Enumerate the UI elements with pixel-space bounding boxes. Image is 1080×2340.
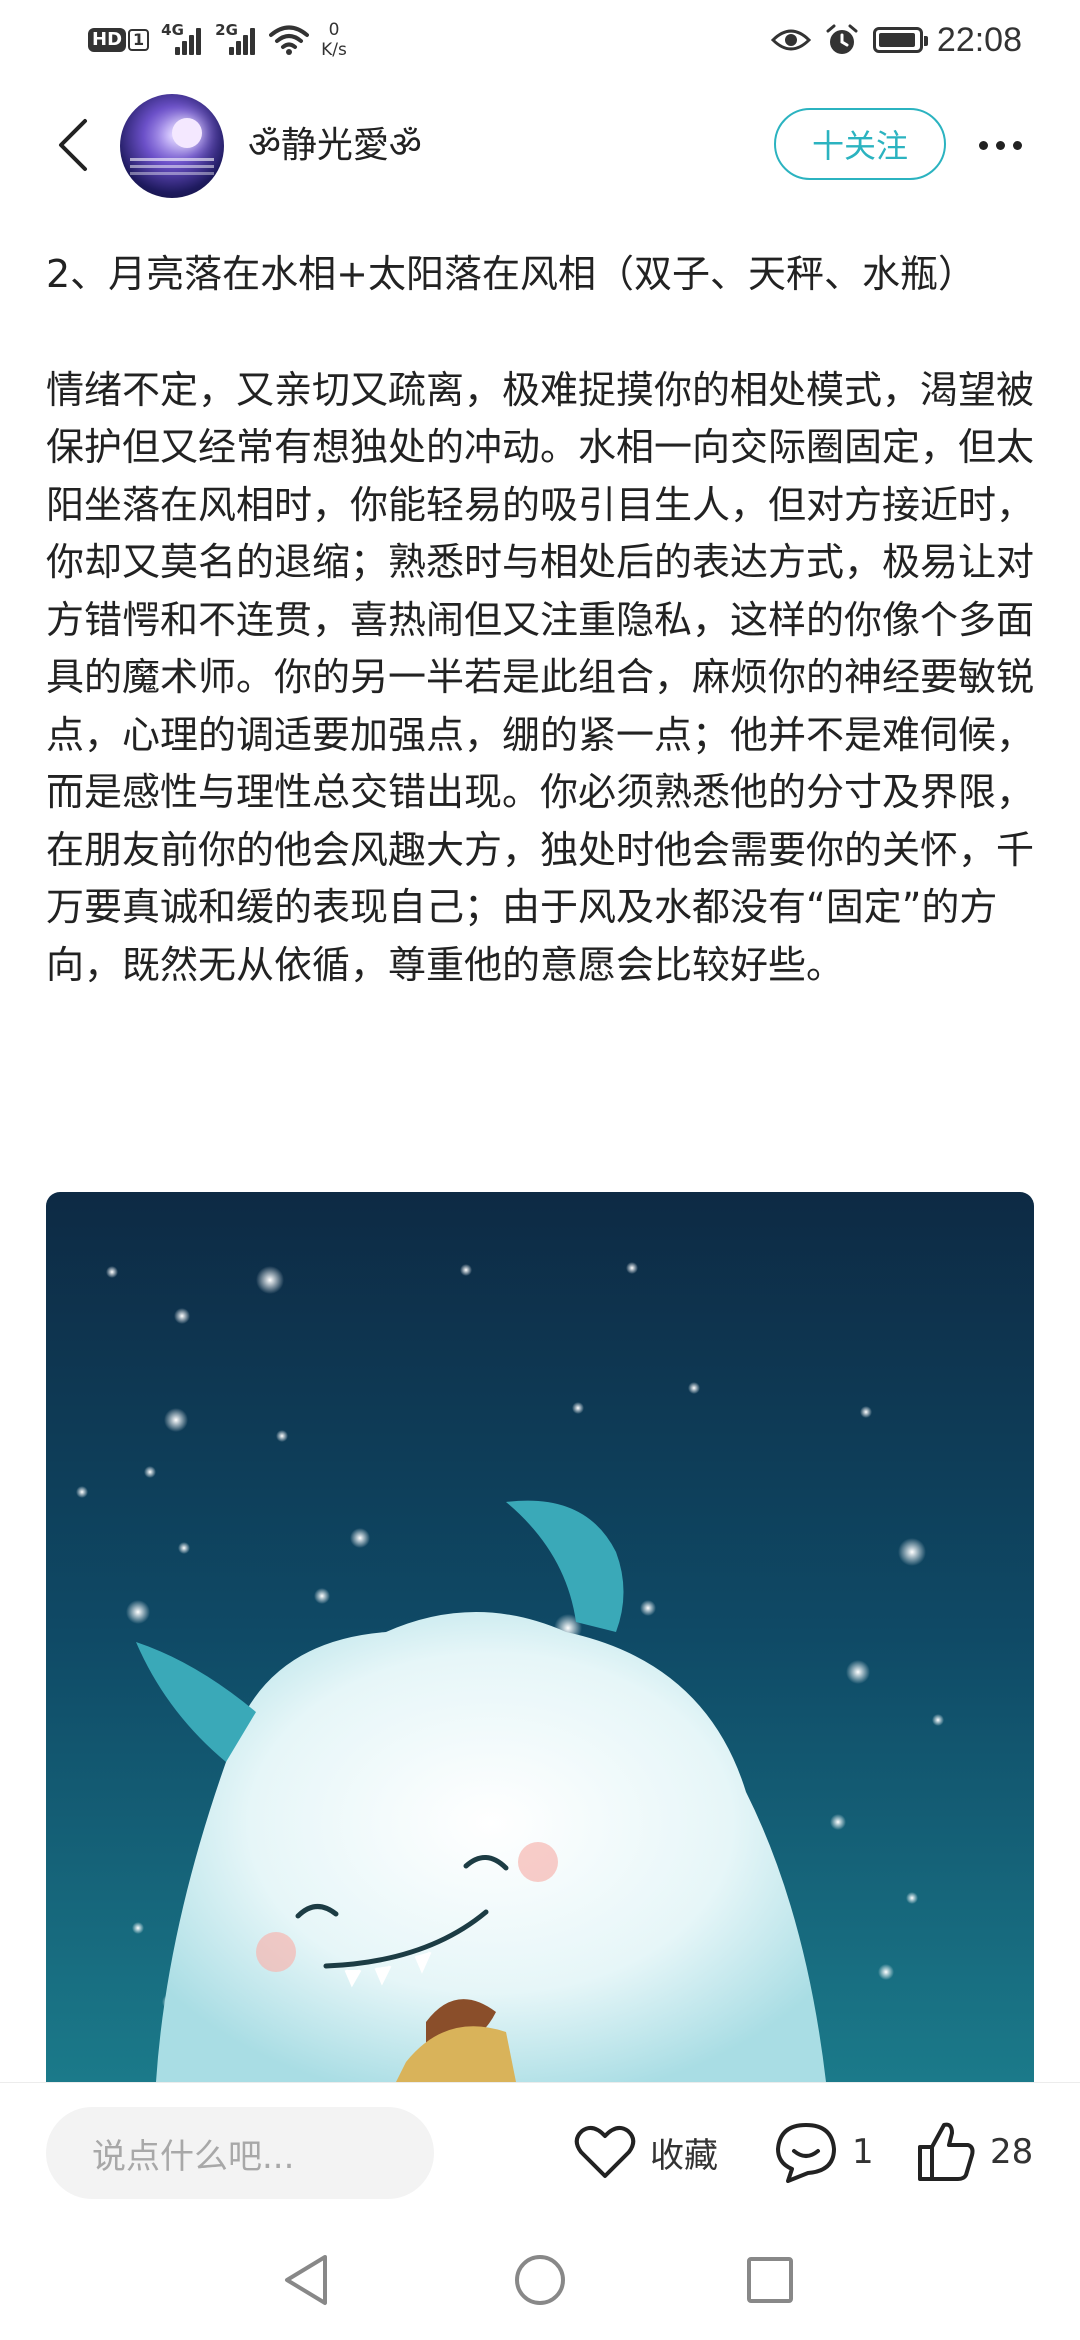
favorite-button[interactable]: 收藏 [574, 2119, 718, 2185]
system-nav-bar [0, 2218, 1080, 2340]
article-heading: 2、月亮落在水相+太阳落在风相（双子、天秤、水瓶） [46, 252, 977, 296]
author-name[interactable]: ॐ静光愛ॐ [248, 116, 422, 168]
like-count: 28 [990, 2132, 1034, 2172]
recents-square-icon [747, 2257, 793, 2303]
net-speed-unit: K/s [321, 40, 347, 60]
heart-icon [574, 2125, 636, 2178]
bottom-action-bar: 说点什么吧... 收藏 1 28 [0, 2082, 1080, 2219]
comment-input[interactable]: 说点什么吧... [46, 2107, 434, 2199]
eye-icon [770, 29, 811, 51]
signal-2g-icon: 2G [215, 21, 257, 55]
signal-4g-icon: 4G [161, 21, 203, 55]
favorite-label: 收藏 [650, 2135, 718, 2176]
nav-recents-button[interactable] [738, 2248, 802, 2312]
status-right: 22:08 [770, 14, 1022, 66]
comment-button[interactable]: 1 [774, 2119, 874, 2185]
clock: 22:08 [936, 20, 1022, 59]
status-left: HD 1 4G 2G 0 K/s [88, 14, 347, 66]
battery-icon [872, 27, 928, 53]
hd-label: HD [88, 28, 127, 52]
hd-icon: HD 1 [88, 28, 150, 52]
back-triangle-icon [285, 2255, 327, 2305]
thumbs-up-icon [918, 2122, 975, 2181]
nav-home-button[interactable] [508, 2248, 572, 2312]
back-button[interactable] [38, 110, 108, 180]
avatar[interactable] [120, 94, 224, 198]
more-dot [995, 140, 1005, 150]
comment-count: 1 [852, 2132, 874, 2172]
article-body: 2、月亮落在水相+太阳落在风相（双子、天秤、水瓶） 情绪不定，又亲切又疏离，极难… [46, 246, 1036, 994]
net-speed: 0 K/s [321, 20, 347, 60]
follow-button[interactable]: 十关注 [774, 108, 946, 180]
status-bar: HD 1 4G 2G 0 K/s 22:08 [0, 0, 1080, 80]
nav-back-button[interactable] [274, 2248, 338, 2312]
wifi-icon [269, 25, 310, 55]
more-dot [978, 140, 988, 150]
post-image[interactable] [46, 1192, 1034, 2082]
alarm-icon [826, 24, 858, 54]
article-paragraph: 情绪不定，又亲切又疏离，极难捉摸你的相处模式，渴望被保护但又经常有想独处的冲动。… [46, 367, 1035, 987]
home-circle-icon [515, 2255, 565, 2305]
sim-number: 1 [128, 29, 150, 51]
monster-illustration [46, 1192, 1034, 2082]
more-options-button[interactable] [968, 120, 1032, 170]
comment-bubble-icon [776, 2123, 836, 2183]
net-speed-value: 0 [328, 20, 340, 40]
post-header: ॐ静光愛ॐ 十关注 [0, 80, 1080, 210]
more-dot [1012, 140, 1022, 150]
chevron-left-icon [59, 119, 87, 171]
like-button[interactable]: 28 [916, 2119, 1033, 2185]
signal-2g-tag: 2G [215, 21, 238, 39]
signal-4g-tag: 4G [161, 21, 184, 39]
